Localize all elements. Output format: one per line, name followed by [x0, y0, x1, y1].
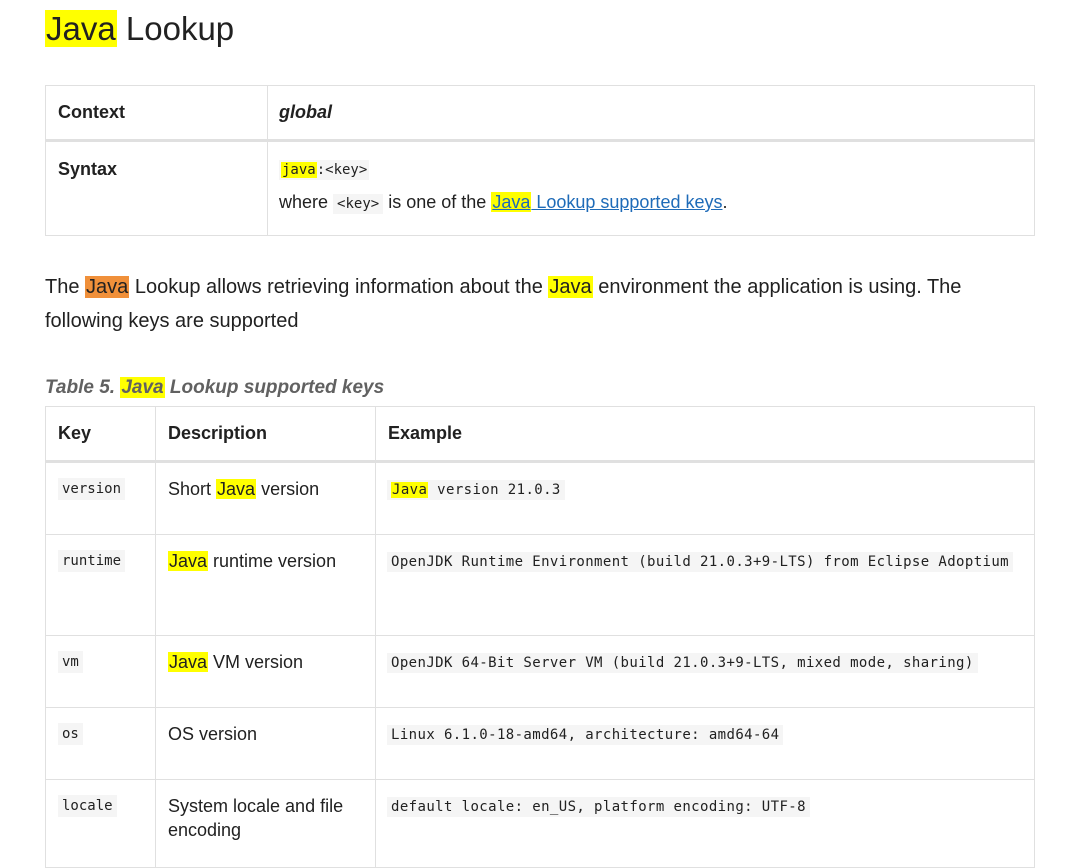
- description-cell: System locale and file encoding: [155, 779, 376, 868]
- header-key: Key: [45, 406, 156, 462]
- table-caption: Table 5. Java Lookup supported keys: [45, 377, 385, 398]
- intro-paragraph: The Java Lookup allows retrieving inform…: [45, 276, 962, 332]
- key-cell: vm: [45, 635, 156, 708]
- header-example: Example: [375, 406, 1035, 462]
- example-cell: Linux 6.1.0-18-amd64, architecture: amd6…: [375, 707, 1035, 780]
- syntax-row: Syntax java:<key> where <key> is one of …: [45, 140, 1035, 236]
- syntax-label: Syntax: [45, 140, 268, 236]
- description-cell: Short Java version: [155, 461, 376, 535]
- example-cell: default locale: en_US, platform encoding…: [375, 779, 1035, 868]
- header-description: Description: [155, 406, 376, 462]
- example-cell: OpenJDK 64-Bit Server VM (build 21.0.3+9…: [375, 635, 1035, 708]
- context-value: global: [267, 85, 1035, 141]
- search-highlight: Java: [45, 10, 117, 47]
- supported-keys-table: Key Description Example version Short Ja…: [45, 406, 1035, 868]
- description-cell: OS version: [155, 707, 376, 780]
- key-cell: os: [45, 707, 156, 780]
- table-row: os OS version Linux 6.1.0-18-amd64, arch…: [45, 707, 1035, 780]
- description-cell: Java VM version: [155, 635, 376, 708]
- current-search-highlight: Java: [85, 276, 130, 298]
- supported-keys-link[interactable]: Java Lookup supported keys: [491, 192, 722, 212]
- context-label: Context: [45, 85, 268, 141]
- table-row: version Short Java version Java version …: [45, 461, 1035, 535]
- page-title: Java Lookup: [45, 10, 235, 47]
- lookup-meta-table: Context global Syntax java:<key> where <…: [45, 85, 1035, 236]
- key-cell: runtime: [45, 534, 156, 636]
- description-cell: Java runtime version: [155, 534, 376, 636]
- key-cell: locale: [45, 779, 156, 868]
- search-highlight: Java: [548, 276, 593, 298]
- table-header-row: Key Description Example: [45, 406, 1035, 462]
- table-row: runtime Java runtime version OpenJDK Run…: [45, 534, 1035, 636]
- search-highlight: java: [281, 162, 317, 178]
- syntax-value: java:<key> where <key> is one of the Jav…: [267, 140, 1035, 236]
- syntax-where: where <key> is one of the Java Lookup su…: [279, 192, 728, 214]
- syntax-code: java:<key>: [279, 157, 1022, 182]
- key-cell: version: [45, 461, 156, 535]
- table-row: locale System locale and file encoding d…: [45, 779, 1035, 868]
- example-cell: OpenJDK Runtime Environment (build 21.0.…: [375, 534, 1035, 636]
- context-row: Context global: [45, 85, 1035, 141]
- example-cell: Java version 21.0.3: [375, 461, 1035, 535]
- table-row: vm Java VM version OpenJDK 64-Bit Server…: [45, 635, 1035, 708]
